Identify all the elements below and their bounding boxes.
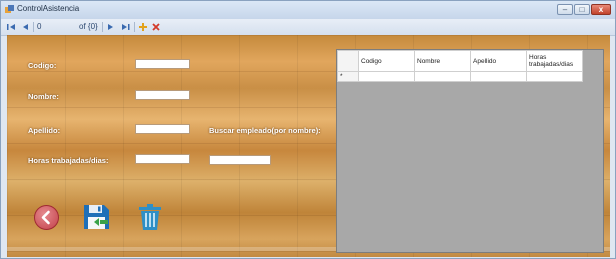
grid-table: Codigo Nombre Apellido Horas trabajadas/…: [337, 50, 583, 82]
employees-datagridview[interactable]: Codigo Nombre Apellido Horas trabajadas/…: [336, 49, 604, 253]
title-bar[interactable]: ControlAsistencia – □ x: [1, 1, 615, 19]
position-item[interactable]: 0: [37, 21, 41, 33]
maximize-button[interactable]: □: [574, 4, 590, 15]
codigo-label: Codigo:: [28, 61, 57, 70]
nombre-field[interactable]: [135, 90, 190, 100]
apellido-field[interactable]: [135, 124, 190, 134]
move-last-icon[interactable]: [121, 21, 131, 33]
grid-column-header[interactable]: Codigo: [358, 50, 415, 72]
floppy-save-icon: [84, 205, 109, 229]
back-button[interactable]: [34, 205, 59, 230]
grid-new-row[interactable]: *: [337, 71, 583, 82]
count-item: of {0}: [79, 22, 98, 31]
close-button[interactable]: x: [591, 4, 611, 15]
grid-corner-header[interactable]: [337, 50, 359, 72]
minimize-button[interactable]: –: [557, 4, 573, 15]
grid-cell[interactable]: [414, 71, 471, 82]
main-window: ControlAsistencia – □ x 0 of {0} Codigo:…: [0, 0, 616, 259]
delete-icon[interactable]: [151, 21, 161, 33]
grid-header-row: Codigo Nombre Apellido Horas trabajadas/…: [337, 50, 583, 72]
grid-cell[interactable]: [470, 71, 527, 82]
toolbar-separator: [134, 22, 135, 32]
trash-icon: [139, 204, 161, 230]
move-next-icon[interactable]: [107, 21, 115, 33]
binding-navigator-toolbar: 0 of {0}: [1, 19, 615, 36]
codigo-field[interactable]: [135, 59, 190, 69]
buscar-empleado-field[interactable]: [209, 155, 271, 165]
app-icon: [5, 5, 14, 13]
toolbar-separator: [102, 22, 103, 32]
toolbar-separator: [33, 22, 34, 32]
move-previous-icon[interactable]: [21, 21, 29, 33]
grid-column-header[interactable]: Nombre: [414, 50, 471, 72]
horas-field[interactable]: [135, 154, 190, 164]
grid-column-header[interactable]: Horas trabajadas/dias: [526, 50, 583, 72]
apellido-label: Apellido:: [28, 126, 61, 135]
nombre-label: Nombre:: [28, 92, 59, 101]
window-title: ControlAsistencia: [17, 4, 80, 13]
grid-cell[interactable]: [526, 71, 583, 82]
grid-cell[interactable]: [358, 71, 415, 82]
form-client-area: Codigo: Nombre: Apellido: Buscar emplead…: [7, 35, 610, 257]
buscar-empleado-label: Buscar empleado(por nombre):: [209, 126, 321, 135]
save-button[interactable]: [82, 203, 111, 231]
grid-column-header[interactable]: Apellido: [470, 50, 527, 72]
add-new-icon[interactable]: [138, 21, 148, 33]
delete-button[interactable]: [137, 203, 163, 231]
move-first-icon[interactable]: [6, 21, 16, 33]
new-row-marker[interactable]: *: [337, 71, 359, 82]
back-arrow-icon: [41, 210, 50, 225]
horas-label: Horas trabajadas/dias:: [28, 156, 109, 165]
